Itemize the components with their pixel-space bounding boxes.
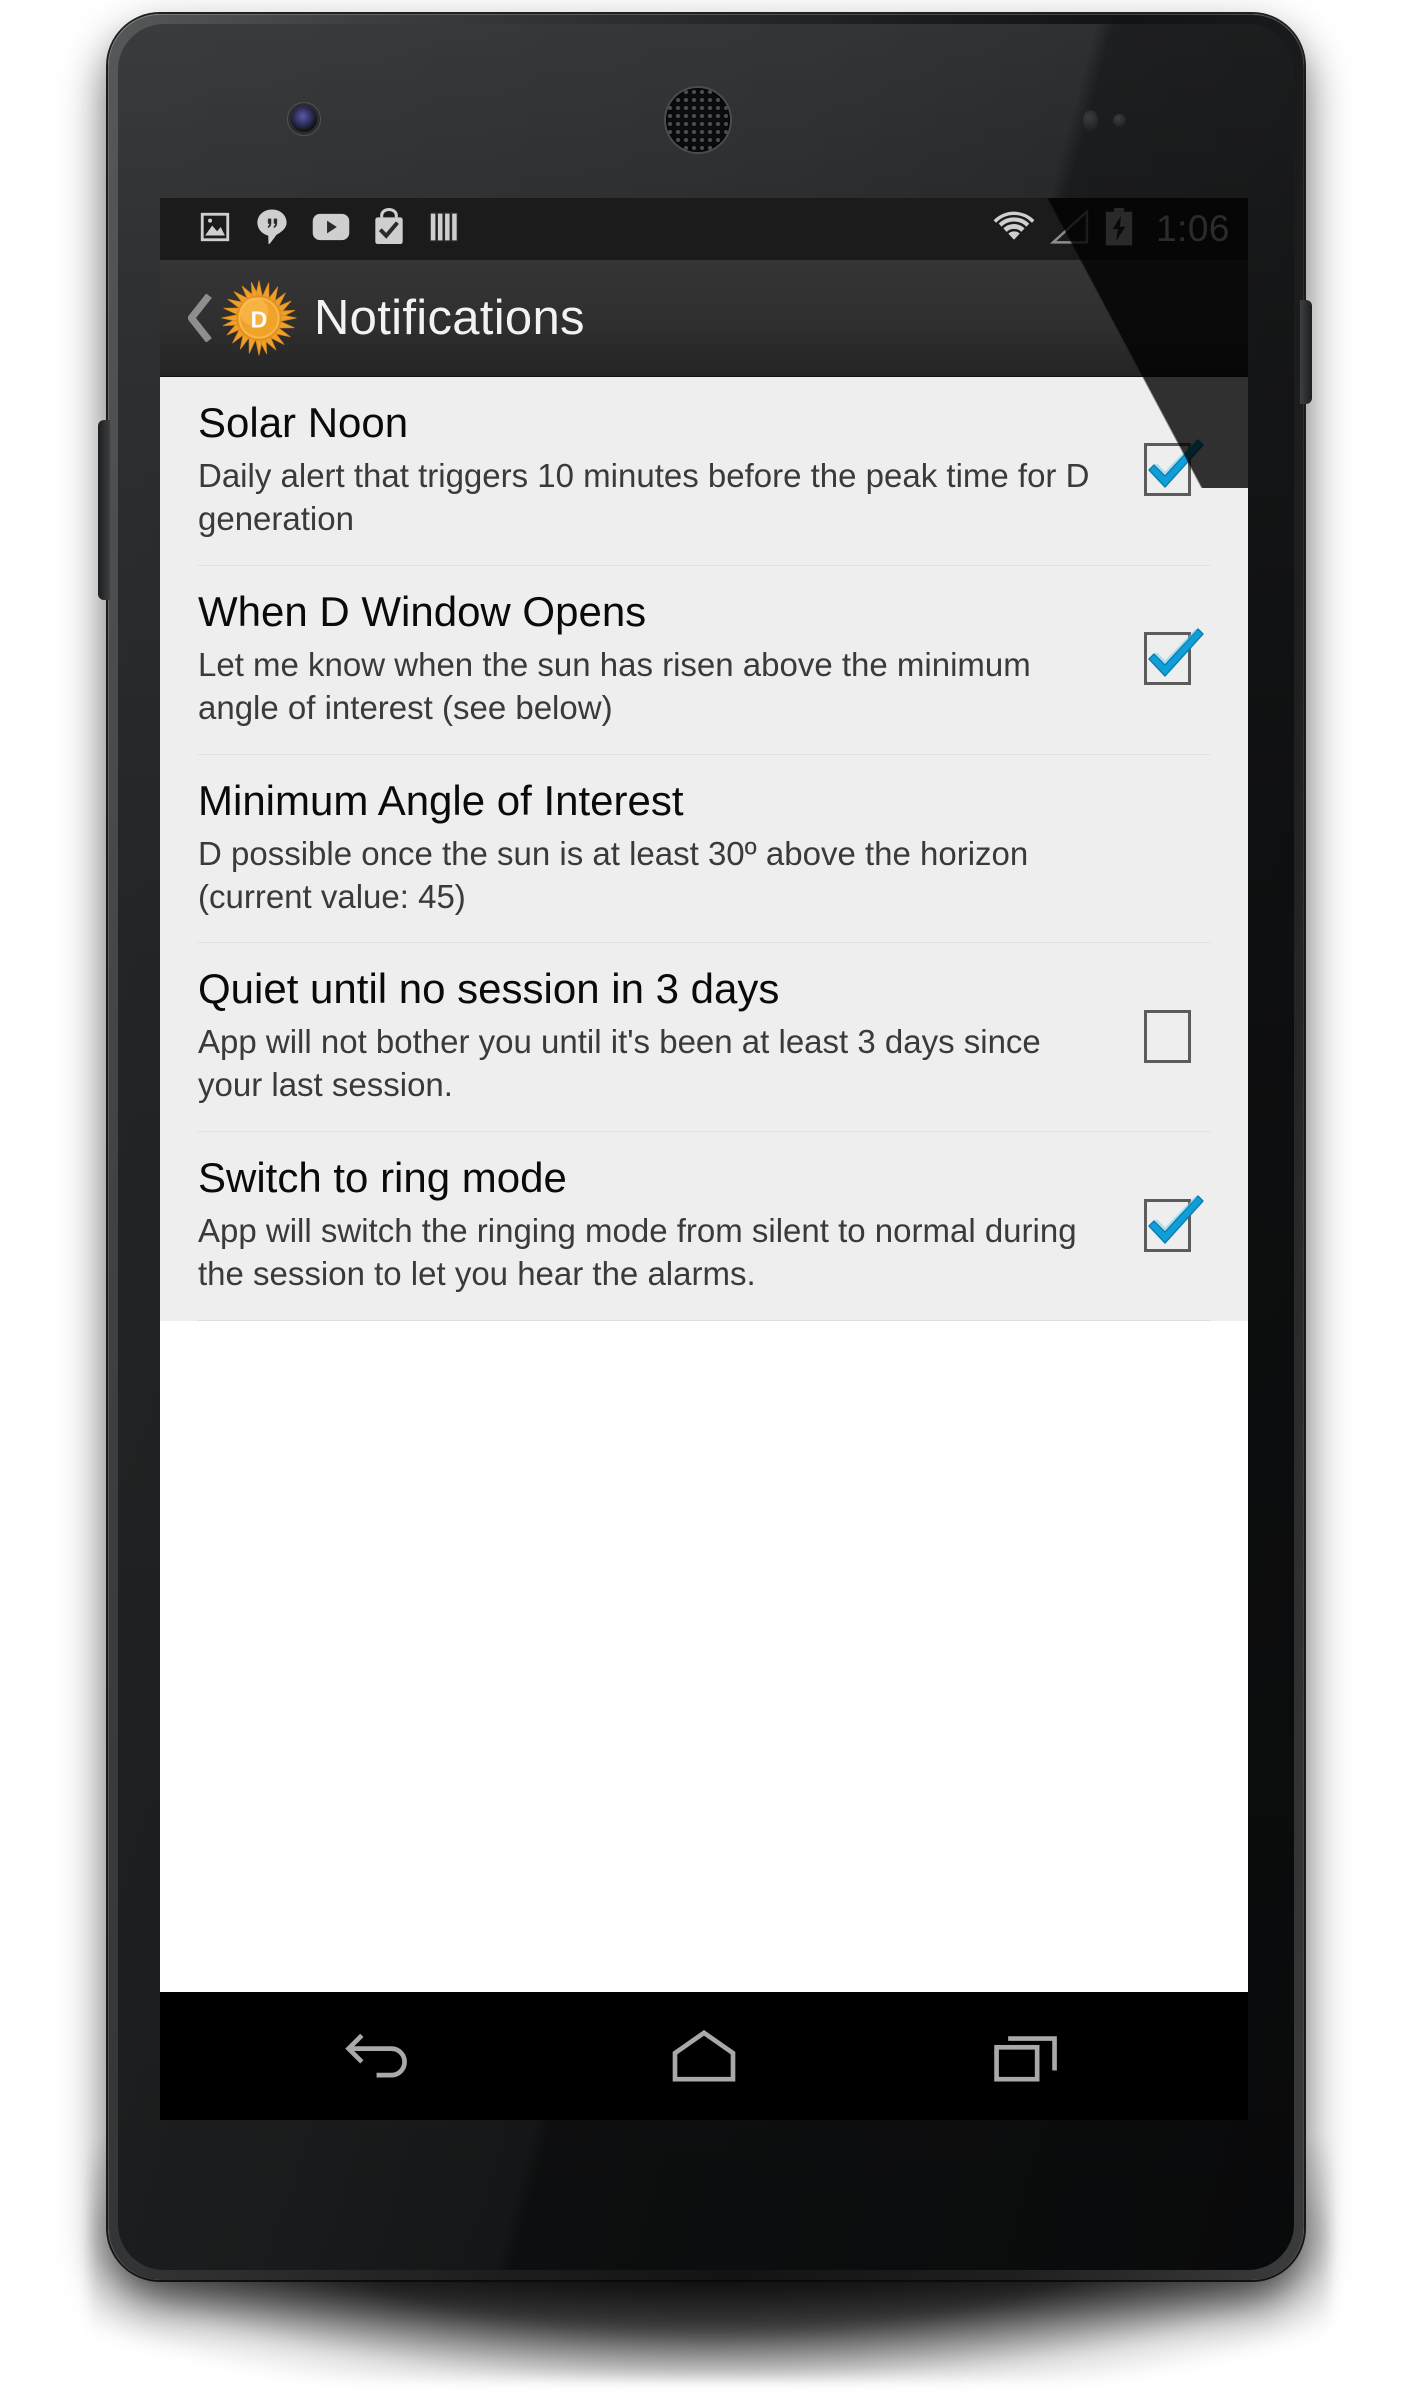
- empty-space: [160, 1321, 1248, 1582]
- preference-checkbox-slot[interactable]: [1124, 1009, 1210, 1063]
- nav-back-button[interactable]: [306, 2008, 456, 2104]
- preference-title: When D Window Opens: [198, 587, 647, 635]
- navigation-bar: [160, 1992, 1248, 2120]
- status-bar-clock: 1:06: [1155, 208, 1230, 249]
- preference-summary: App will not bother you until it's been …: [198, 1023, 1041, 1104]
- preference-text: Minimum Angle of Interest D possible once…: [198, 777, 1124, 919]
- light-sensor-icon: [1113, 114, 1126, 127]
- proximity-sensor-icon: [1083, 110, 1098, 131]
- power-button[interactable]: [1300, 300, 1312, 404]
- preference-title: Quiet until no session in 3 days: [198, 965, 780, 1013]
- cell-signal-icon: [1049, 208, 1090, 249]
- preference-summary: Let me know when the sun has risen above…: [198, 645, 1031, 726]
- preference-row[interactable]: When D Window Opens Let me know when the …: [198, 566, 1210, 755]
- status-bar-notification-icons: [198, 207, 992, 251]
- play-store-icon: [372, 207, 406, 251]
- preference-title: Switch to ring mode: [198, 1154, 567, 1202]
- wifi-icon: [992, 210, 1036, 249]
- preference-text: Switch to ring mode App will switch the r…: [198, 1154, 1124, 1296]
- checkbox-checked-icon[interactable]: [1143, 628, 1204, 686]
- action-bar: D Notifications: [160, 260, 1248, 377]
- volume-button[interactable]: [98, 420, 110, 600]
- settings-content: Solar Noon Daily alert that triggers 10 m…: [160, 377, 1248, 1992]
- preference-text: Solar Noon Daily alert that triggers 10 m…: [198, 399, 1124, 541]
- back-chevron-icon[interactable]: [184, 288, 218, 348]
- phone-screen: 1:06 D Notifications Solar Noon Daily al…: [160, 198, 1248, 2120]
- preference-row[interactable]: Switch to ring mode App will switch the r…: [198, 1132, 1210, 1322]
- preference-row[interactable]: Quiet until no session in 3 days App will…: [198, 943, 1210, 1133]
- youtube-icon: [312, 213, 350, 246]
- preference-summary: D possible once the sun is at least 30º …: [198, 834, 1029, 915]
- preference-summary: App will switch the ringing mode from si…: [198, 1212, 1077, 1293]
- preference-row[interactable]: Solar Noon Daily alert that triggers 10 m…: [198, 377, 1210, 566]
- sun-d-icon[interactable]: D: [220, 279, 298, 357]
- preference-text: When D Window Opens Let me know when the …: [198, 588, 1124, 730]
- preference-checkbox-slot[interactable]: [1124, 1194, 1210, 1252]
- preference-checkbox-slot[interactable]: [1124, 628, 1210, 686]
- checkbox-frame: [1143, 1198, 1191, 1252]
- page-title: Notifications: [314, 291, 585, 345]
- preference-list: Solar Noon Daily alert that triggers 10 m…: [160, 377, 1248, 1322]
- battery-charging-icon: [1104, 207, 1134, 251]
- status-bar-system-icons: 1:06: [992, 207, 1230, 251]
- photos-icon: [198, 210, 232, 249]
- nav-home-button[interactable]: [629, 2008, 779, 2104]
- preference-row[interactable]: Minimum Angle of Interest D possible once…: [198, 755, 1210, 944]
- preference-title: Solar Noon: [198, 399, 409, 446]
- checkbox-checked-icon[interactable]: [1143, 439, 1204, 497]
- status-bar: 1:06: [160, 198, 1248, 260]
- checkbox-frame: [1143, 443, 1191, 497]
- nav-recents-button[interactable]: [952, 2008, 1102, 2104]
- checkbox-checked-icon[interactable]: [1143, 1194, 1204, 1252]
- preference-title: Minimum Angle of Interest: [198, 776, 684, 824]
- earpiece-mesh: [666, 88, 730, 152]
- preference-text: Quiet until no session in 3 days App will…: [198, 965, 1124, 1107]
- hangouts-icon: [254, 208, 290, 251]
- preference-checkbox-slot[interactable]: [1124, 439, 1210, 497]
- checkbox-frame: [1143, 1009, 1191, 1063]
- earpiece-speaker-icon: [666, 88, 730, 152]
- checkbox-frame: [1143, 632, 1191, 686]
- preference-summary: Daily alert that triggers 10 minutes bef…: [198, 457, 1090, 537]
- books-icon: [428, 210, 462, 249]
- svg-text:D: D: [251, 306, 268, 332]
- checkbox-unchecked-icon[interactable]: [1143, 1009, 1191, 1063]
- front-camera-icon: [291, 106, 317, 132]
